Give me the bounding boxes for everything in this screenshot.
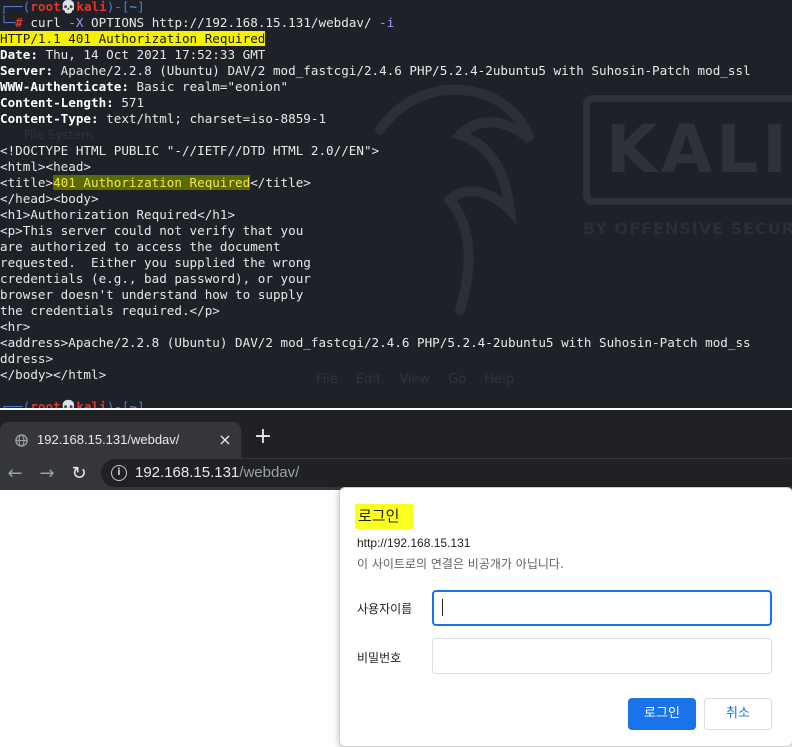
password-label: 비밀번호 bbox=[357, 651, 402, 665]
username-label: 사용자이름 bbox=[357, 602, 413, 616]
prompt-directory: ~ bbox=[129, 0, 138, 14]
body-line: requested. Either you supplied the wrong bbox=[0, 255, 311, 270]
dialog-connection-warning: 이 사이트로의 연결은 비공개가 아닙니다. bbox=[357, 557, 564, 571]
body-line: ddress> bbox=[0, 351, 54, 366]
next-prompt-line: ┌──(root💀kali)-[~] bbox=[0, 399, 145, 408]
background-window-menu: File Edit View Go Help bbox=[316, 372, 514, 387]
text-caret bbox=[442, 599, 443, 616]
dialog-site-url: http://192.168.15.131 bbox=[357, 536, 471, 550]
body-line: <!DOCTYPE HTML PUBLIC "-//IETF//DTD HTML… bbox=[0, 143, 380, 158]
prompt-host: kali bbox=[76, 0, 107, 14]
prompt-line: ┌──(root💀kali)-[~] bbox=[0, 0, 145, 14]
header-line: Content-Type: text/html; charset=iso-885… bbox=[0, 111, 327, 126]
header-line: Date: Thu, 14 Oct 2021 17:52:33 GMT bbox=[0, 47, 266, 62]
browser-toolbar: ← → ↻ i 192.168.15.131/webdav/ bbox=[0, 458, 792, 490]
http-status-line: HTTP/1.1 401 Authorization Required bbox=[0, 31, 266, 47]
tab-title: 192.168.15.131/webdav/ bbox=[37, 432, 180, 447]
header-line: Server: Apache/2.2.8 (Ubuntu) DAV/2 mod_… bbox=[0, 63, 751, 78]
dialog-title: 로그인 bbox=[355, 504, 414, 529]
body-line: </head><body> bbox=[0, 191, 99, 206]
kali-wallpaper-tagline: BY OFFENSIVE SECURI bbox=[583, 219, 792, 238]
url-host: 192.168.15.131 bbox=[135, 464, 240, 481]
http-status-text: HTTP/1.1 401 Authorization Required bbox=[0, 31, 266, 46]
desktop-file-system-label: File System bbox=[24, 128, 93, 142]
kali-wallpaper-logo: KALI bbox=[583, 95, 792, 205]
password-field[interactable] bbox=[432, 638, 772, 674]
command-args: OPTIONS http://192.168.15.131/webdav/ bbox=[83, 15, 372, 30]
body-line: <hr> bbox=[0, 319, 31, 334]
body-title-line: <title>401 Authorization Required</title… bbox=[0, 175, 311, 190]
kali-dragon-icon bbox=[375, 84, 535, 315]
command-flag-i: -i bbox=[371, 15, 395, 30]
body-line: <address>Apache/2.2.8 (Ubuntu) DAV/2 mod… bbox=[0, 335, 751, 350]
command-line[interactable]: └─# curl -X OPTIONS http://192.168.15.13… bbox=[0, 15, 394, 31]
forward-button[interactable]: → bbox=[35, 462, 59, 486]
back-button[interactable]: ← bbox=[3, 462, 27, 486]
reload-button[interactable]: ↻ bbox=[67, 462, 91, 486]
prompt-user: root bbox=[30, 0, 61, 14]
site-info-icon[interactable]: i bbox=[111, 465, 127, 481]
body-line: </body></html> bbox=[0, 367, 107, 382]
cancel-button[interactable]: 취소 bbox=[704, 698, 772, 730]
header-line: WWW-Authenticate: Basic realm="eonion" bbox=[0, 79, 289, 94]
command-flag-x: -X bbox=[60, 15, 84, 30]
body-line: are authorized to access the document bbox=[0, 239, 281, 254]
body-title-text: 401 Authorization Required bbox=[53, 175, 251, 190]
command-name: curl bbox=[30, 15, 61, 30]
new-tab-button[interactable]: + bbox=[251, 425, 275, 449]
browser-tab-strip: 192.168.15.131/webdav/ × + bbox=[0, 408, 792, 460]
body-line: <h1>Authorization Required</h1> bbox=[0, 207, 236, 222]
body-line: <p>This server could not verify that you bbox=[0, 223, 304, 238]
url-path: /webdav/ bbox=[239, 464, 300, 481]
browser-tab[interactable]: 192.168.15.131/webdav/ × bbox=[0, 422, 241, 460]
address-url: 192.168.15.131/webdav/ bbox=[135, 464, 299, 481]
header-line: Content-Length: 571 bbox=[0, 95, 145, 110]
http-auth-dialog: 로그인 http://192.168.15.131 이 사이트로의 연결은 비공… bbox=[339, 487, 792, 747]
body-line: <html><head> bbox=[0, 159, 91, 174]
skull-icon: 💀 bbox=[60, 0, 77, 14]
login-button[interactable]: 로그인 bbox=[628, 698, 696, 730]
body-line: credentials (e.g., bad password), or you… bbox=[0, 271, 311, 286]
body-line: the credentials required.</p> bbox=[0, 303, 220, 318]
globe-icon bbox=[15, 434, 28, 447]
body-line: browser doesn't understand how to supply bbox=[0, 287, 304, 302]
username-field[interactable] bbox=[432, 590, 772, 626]
terminal-window[interactable]: KALI BY OFFENSIVE SECURI File System Fil… bbox=[0, 0, 792, 408]
address-bar[interactable]: i 192.168.15.131/webdav/ bbox=[101, 459, 792, 487]
tab-close-icon[interactable]: × bbox=[215, 430, 235, 450]
